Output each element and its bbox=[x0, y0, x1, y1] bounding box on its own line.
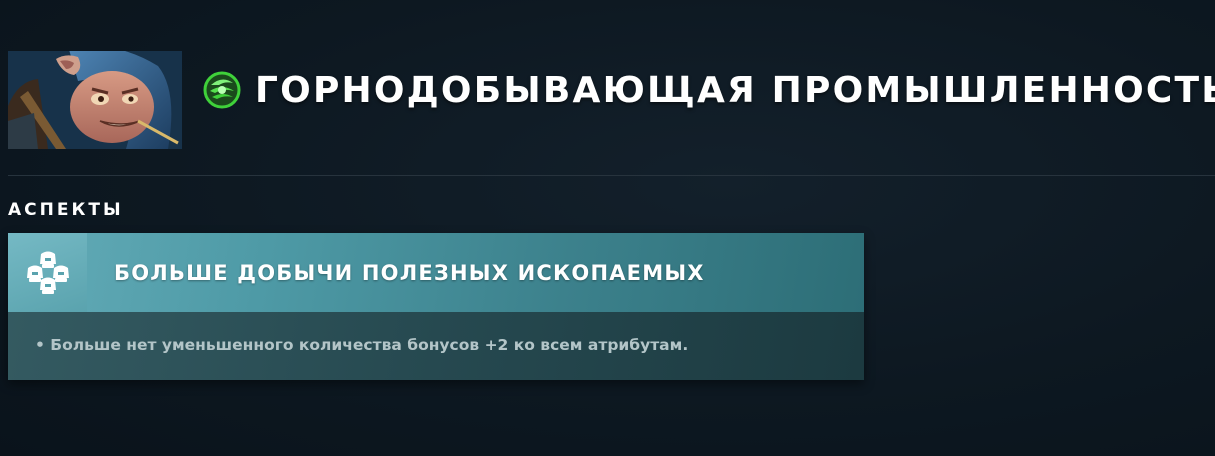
divider bbox=[8, 175, 1215, 176]
facet-icon-box bbox=[8, 233, 87, 312]
hero-portrait-art bbox=[8, 51, 182, 149]
title-row: ГОРНОДОБЫВАЮЩАЯ ПРОМЫШЛЕННОСТЬ bbox=[203, 70, 1215, 111]
facet-card[interactable]: БОЛЬШЕ ДОБЫЧИ ПОЛЕЗНЫХ ИСКОПАЕМЫХ • Боль… bbox=[8, 233, 864, 380]
facet-header: БОЛЬШЕ ДОБЫЧИ ПОЛЕЗНЫХ ИСКОПАЕМЫХ bbox=[8, 233, 864, 312]
hero-portrait bbox=[8, 51, 182, 149]
ability-title: ГОРНОДОБЫВАЮЩАЯ ПРОМЫШЛЕННОСТЬ bbox=[255, 69, 1215, 111]
section-label-facets: АСПЕКТЫ bbox=[8, 200, 124, 220]
green-swirl-icon bbox=[203, 71, 241, 109]
helmets-cluster-icon bbox=[26, 251, 69, 294]
ability-header: ГОРНОДОБЫВАЮЩАЯ ПРОМЫШЛЕННОСТЬ bbox=[8, 51, 1215, 149]
facet-description: • Больше нет уменьшенного количества бон… bbox=[35, 336, 689, 354]
facet-title: БОЛЬШЕ ДОБЫЧИ ПОЛЕЗНЫХ ИСКОПАЕМЫХ bbox=[114, 260, 705, 285]
facet-body: • Больше нет уменьшенного количества бон… bbox=[8, 312, 864, 380]
